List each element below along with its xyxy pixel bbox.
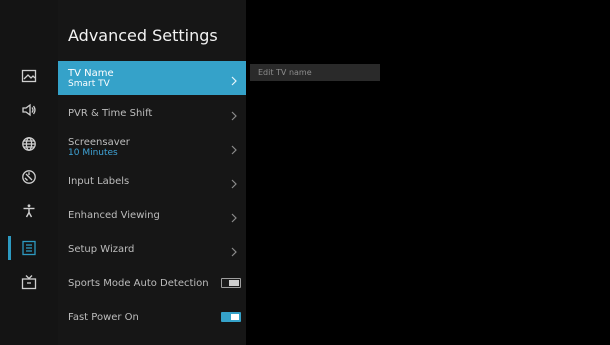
chevron-right-icon <box>230 209 238 223</box>
menu-item-setup-wizard[interactable]: Setup Wizard <box>58 232 246 266</box>
menu-item-label: Sports Mode Auto Detection <box>68 277 209 289</box>
menu-item-label: Enhanced Viewing <box>68 209 160 221</box>
fast-power-on-toggle[interactable] <box>221 312 241 322</box>
menu-item-label: Fast Power On <box>68 311 139 323</box>
menu-item-tv-name[interactable]: TV Name Smart TV <box>58 61 246 95</box>
menu-item-value: Smart TV <box>68 78 110 89</box>
list-icon[interactable] <box>20 239 38 257</box>
accessibility-icon[interactable] <box>20 202 38 220</box>
toggle-knob <box>231 314 239 320</box>
menu-item-label: TV Name <box>68 67 114 79</box>
toggle-knob <box>229 280 239 286</box>
chevron-right-icon <box>230 141 238 155</box>
chevron-right-icon <box>230 243 238 257</box>
page-title: Advanced Settings <box>68 26 218 45</box>
chevron-right-icon <box>230 107 238 121</box>
tv-settings-screen: Advanced Settings TV Name Smart TV PVR &… <box>0 0 610 345</box>
chevron-right-icon <box>230 175 238 189</box>
sound-icon[interactable] <box>20 101 38 119</box>
menu-item-input-labels[interactable]: Input Labels <box>58 164 246 198</box>
picture-icon[interactable] <box>20 67 38 85</box>
support-icon[interactable] <box>20 168 38 186</box>
menu-item-sports-mode-auto-detection[interactable]: Sports Mode Auto Detection <box>58 266 246 300</box>
chevron-right-icon <box>230 72 238 86</box>
menu-item-label: Setup Wizard <box>68 243 135 255</box>
tv-icon[interactable] <box>20 273 38 291</box>
menu-item-value: 10 Minutes <box>68 147 118 158</box>
menu-item-label: Input Labels <box>68 175 130 187</box>
sports-mode-toggle[interactable] <box>221 278 241 288</box>
globe-icon[interactable] <box>20 135 38 153</box>
menu-item-label: Screensaver <box>68 136 130 148</box>
menu-item-pvr-time-shift[interactable]: PVR & Time Shift <box>58 96 246 130</box>
active-indicator <box>8 236 11 260</box>
menu-item-label: PVR & Time Shift <box>68 107 153 119</box>
menu-item-screensaver[interactable]: Screensaver 10 Minutes <box>58 130 246 164</box>
menu-item-enhanced-viewing[interactable]: Enhanced Viewing <box>58 198 246 232</box>
tv-name-input[interactable] <box>250 64 380 81</box>
category-rail <box>0 0 58 345</box>
menu-item-fast-power-on[interactable]: Fast Power On <box>58 300 246 334</box>
